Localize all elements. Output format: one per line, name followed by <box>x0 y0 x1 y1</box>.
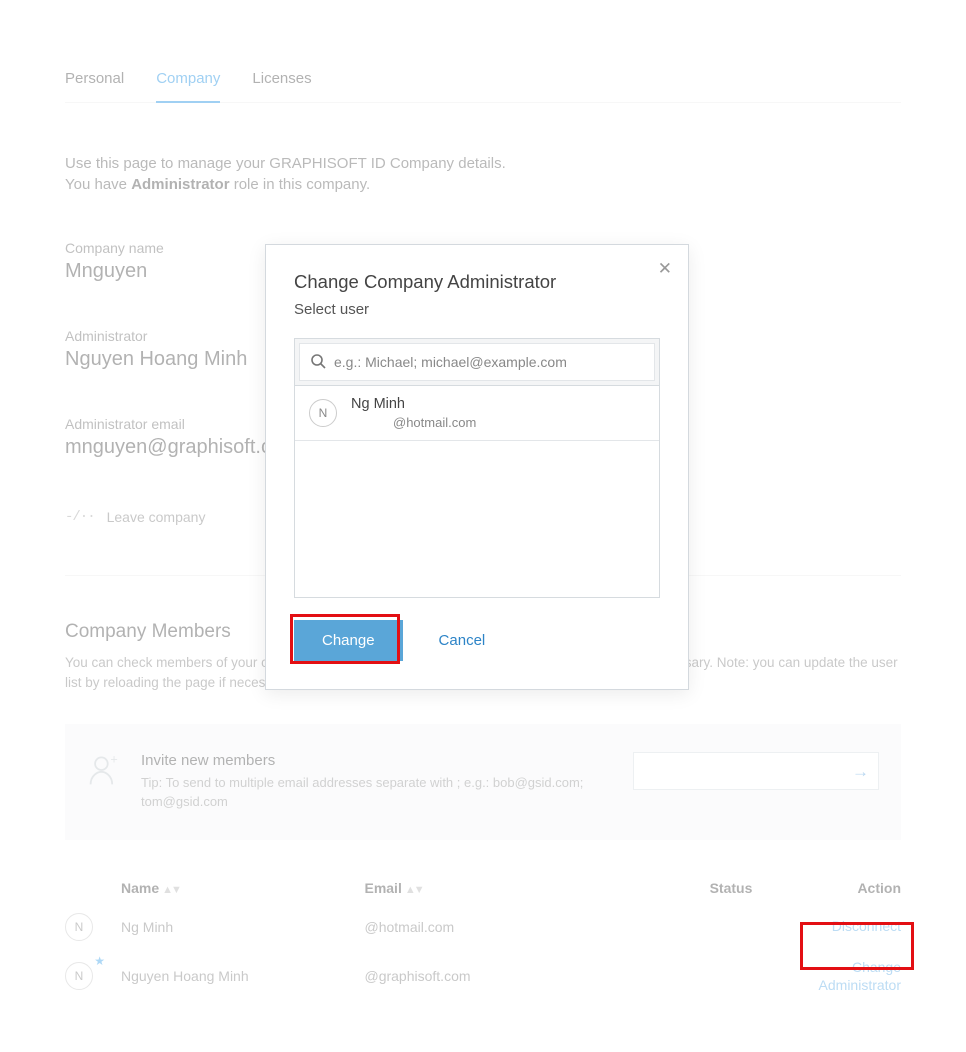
avatar: N <box>309 399 337 427</box>
user-search-input[interactable] <box>300 344 654 380</box>
annotation-highlight <box>290 614 400 664</box>
user-option-name: Ng Minh <box>351 396 645 413</box>
user-list: N Ng Minh @hotmail.com <box>294 386 660 598</box>
user-search-box <box>294 338 660 386</box>
modal-subtitle: Select user <box>294 301 660 318</box>
cancel-button[interactable]: Cancel <box>439 632 486 649</box>
user-option-email: @hotmail.com <box>351 415 645 430</box>
modal-title: Change Company Administrator <box>294 271 660 293</box>
close-icon[interactable]: ✕ <box>658 259 672 279</box>
user-option[interactable]: N Ng Minh @hotmail.com <box>295 386 659 441</box>
annotation-highlight <box>800 922 914 970</box>
search-icon <box>310 353 326 374</box>
